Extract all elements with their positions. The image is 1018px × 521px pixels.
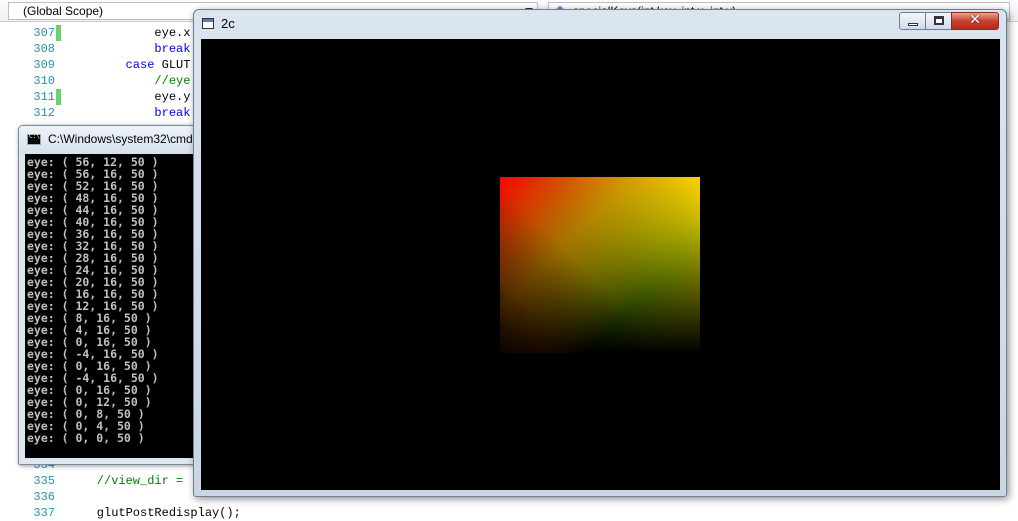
gradient-square: [500, 177, 700, 353]
console-output[interactable]: eye: ( 56, 12, 50 ) eye: ( 56, 16, 50 ) ey…: [25, 154, 217, 458]
code-token: break: [68, 42, 191, 56]
code-token: case: [68, 58, 162, 72]
console-lines: eye: ( 56, 12, 50 ) eye: ( 56, 16, 50 ) ey…: [27, 156, 159, 444]
maximize-button[interactable]: [925, 12, 952, 30]
code-token: eye.y: [68, 90, 191, 104]
code-token: glutPostRedisplay();: [68, 506, 241, 520]
line-number: 311: [33, 90, 55, 104]
console-window[interactable]: C:\Windows\system32\cmd.exe eye: ( 56, 1…: [18, 125, 218, 465]
close-button[interactable]: ✕: [951, 12, 999, 30]
scope-dropdown-label: (Global Scope): [23, 4, 104, 18]
line-number: 310: [33, 74, 55, 88]
code-token: //eye: [68, 74, 191, 88]
code-token: break: [68, 106, 191, 120]
console-icon: [27, 133, 41, 145]
line-number: 307: [33, 26, 55, 40]
code-line[interactable]: //eye: [68, 73, 190, 89]
code-line[interactable]: break: [68, 105, 190, 121]
code-line[interactable]: eye.y: [68, 89, 190, 105]
glut-window[interactable]: 2c ✕: [193, 9, 1007, 497]
minimize-button[interactable]: [899, 12, 926, 30]
code-token: //view_dir =: [68, 474, 191, 488]
code-token: eye.x: [68, 26, 191, 40]
code-token: GLUT: [161, 58, 191, 72]
code-line[interactable]: case GLUT: [68, 57, 191, 73]
minimize-icon: [908, 23, 918, 26]
close-icon: ✕: [969, 12, 981, 28]
line-number: 335: [33, 474, 55, 488]
code-line[interactable]: glutPostRedisplay();: [68, 505, 241, 521]
console-line: eye: ( 0, 0, 50 ): [27, 431, 145, 445]
line-number: 312: [33, 106, 55, 120]
maximize-icon: [934, 16, 944, 25]
window-icon: [202, 18, 214, 29]
code-line[interactable]: break: [68, 41, 190, 57]
console-title-bar[interactable]: C:\Windows\system32\cmd.exe: [19, 126, 217, 154]
console-title: C:\Windows\system32\cmd.exe: [48, 132, 216, 146]
line-number: 336: [33, 490, 55, 504]
code-line[interactable]: //view_dir =: [68, 473, 190, 489]
window-title: 2c: [221, 16, 235, 31]
code-line[interactable]: eye.x: [68, 25, 190, 41]
line-number: 308: [33, 42, 55, 56]
line-number: 337: [33, 506, 55, 520]
change-marker: [56, 89, 61, 105]
opengl-canvas[interactable]: [201, 39, 1000, 490]
line-number: 309: [33, 58, 55, 72]
change-marker: [56, 25, 61, 41]
